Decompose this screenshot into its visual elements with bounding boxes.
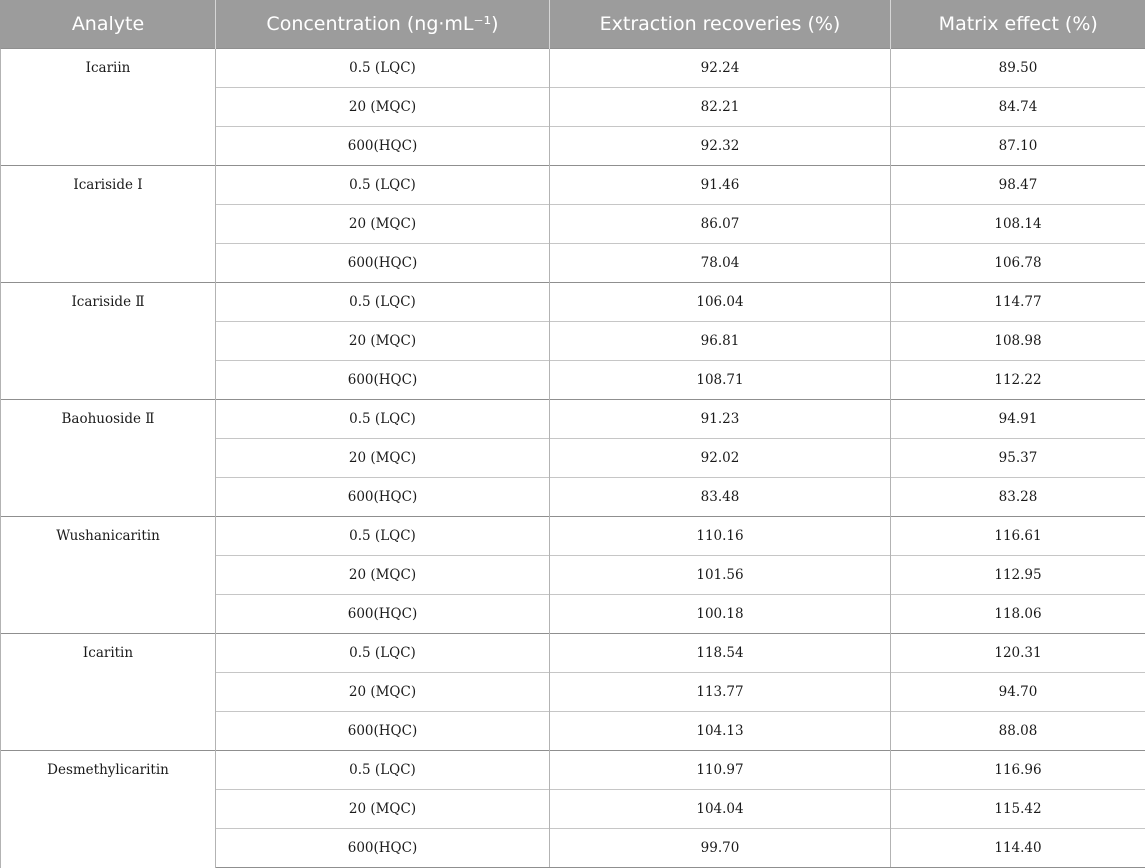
extraction-recovery-cell: 104.13 (550, 712, 891, 751)
matrix-effect-cell: 95.37 (891, 439, 1145, 478)
concentration-cell: 0.5 (LQC) (216, 166, 550, 205)
extraction-recovery-cell: 92.02 (550, 439, 891, 478)
matrix-effect-cell: 114.77 (891, 283, 1145, 322)
concentration-cell: 20 (MQC) (216, 790, 550, 829)
concentration-cell: 600(HQC) (216, 361, 550, 400)
analyte-cell: Icariside Ⅱ (1, 283, 216, 400)
extraction-recovery-cell: 108.71 (550, 361, 891, 400)
concentration-cell: 20 (MQC) (216, 205, 550, 244)
table-row: Icariside Ⅰ0.5 (LQC)91.4698.47 (1, 166, 1145, 205)
header-concentration: Concentration (ng·mL⁻¹) (216, 0, 550, 49)
concentration-cell: 0.5 (LQC) (216, 49, 550, 88)
extraction-recovery-cell: 101.56 (550, 556, 891, 595)
matrix-effect-cell: 89.50 (891, 49, 1145, 88)
matrix-effect-cell: 108.14 (891, 205, 1145, 244)
table-header: Analyte Concentration (ng·mL⁻¹) Extracti… (1, 0, 1145, 49)
table-row: Baohuoside Ⅱ0.5 (LQC)91.2394.91 (1, 400, 1145, 439)
analyte-cell: Icariside Ⅰ (1, 166, 216, 283)
matrix-effect-cell: 116.96 (891, 751, 1145, 790)
extraction-recovery-cell: 113.77 (550, 673, 891, 712)
table-row: Icariside Ⅱ0.5 (LQC)106.04114.77 (1, 283, 1145, 322)
extraction-recovery-cell: 78.04 (550, 244, 891, 283)
matrix-effect-cell: 83.28 (891, 478, 1145, 517)
extraction-recovery-cell: 104.04 (550, 790, 891, 829)
matrix-effect-cell: 106.78 (891, 244, 1145, 283)
analyte-cell: Icariin (1, 49, 216, 166)
matrix-effect-cell: 116.61 (891, 517, 1145, 556)
matrix-effect-cell: 108.98 (891, 322, 1145, 361)
extraction-recovery-cell: 92.32 (550, 127, 891, 166)
matrix-effect-cell: 118.06 (891, 595, 1145, 634)
matrix-effect-cell: 98.47 (891, 166, 1145, 205)
concentration-cell: 0.5 (LQC) (216, 634, 550, 673)
concentration-cell: 20 (MQC) (216, 88, 550, 127)
extraction-recovery-cell: 96.81 (550, 322, 891, 361)
concentration-cell: 20 (MQC) (216, 439, 550, 478)
concentration-cell: 20 (MQC) (216, 673, 550, 712)
analyte-cell: Baohuoside Ⅱ (1, 400, 216, 517)
concentration-cell: 600(HQC) (216, 595, 550, 634)
matrix-effect-cell: 115.42 (891, 790, 1145, 829)
header-analyte: Analyte (1, 0, 216, 49)
table-row: Wushanicaritin0.5 (LQC)110.16116.61 (1, 517, 1145, 556)
concentration-cell: 0.5 (LQC) (216, 400, 550, 439)
header-matrix-effect: Matrix effect (%) (891, 0, 1145, 49)
table-row: Icariin0.5 (LQC)92.2489.50 (1, 49, 1145, 88)
concentration-cell: 600(HQC) (216, 829, 550, 868)
extraction-recovery-cell: 82.21 (550, 88, 891, 127)
header-extraction-recoveries: Extraction recoveries (%) (550, 0, 891, 49)
header-row: Analyte Concentration (ng·mL⁻¹) Extracti… (1, 0, 1145, 49)
concentration-cell: 600(HQC) (216, 478, 550, 517)
extraction-recovery-cell: 110.97 (550, 751, 891, 790)
extraction-recovery-cell: 118.54 (550, 634, 891, 673)
extraction-recovery-cell: 83.48 (550, 478, 891, 517)
table-row: Icaritin0.5 (LQC)118.54120.31 (1, 634, 1145, 673)
analyte-cell: Desmethylicaritin (1, 751, 216, 868)
extraction-recovery-cell: 100.18 (550, 595, 891, 634)
matrix-effect-cell: 88.08 (891, 712, 1145, 751)
analyte-cell: Icaritin (1, 634, 216, 751)
matrix-effect-cell: 94.91 (891, 400, 1145, 439)
extraction-recovery-cell: 91.46 (550, 166, 891, 205)
matrix-effect-cell: 87.10 (891, 127, 1145, 166)
recovery-matrix-table: Analyte Concentration (ng·mL⁻¹) Extracti… (0, 0, 1145, 868)
concentration-cell: 20 (MQC) (216, 322, 550, 361)
concentration-cell: 0.5 (LQC) (216, 751, 550, 790)
analyte-cell: Wushanicaritin (1, 517, 216, 634)
matrix-effect-cell: 112.22 (891, 361, 1145, 400)
concentration-cell: 600(HQC) (216, 712, 550, 751)
concentration-cell: 600(HQC) (216, 244, 550, 283)
concentration-cell: 600(HQC) (216, 127, 550, 166)
extraction-recovery-cell: 99.70 (550, 829, 891, 868)
extraction-recovery-cell: 110.16 (550, 517, 891, 556)
extraction-recovery-cell: 86.07 (550, 205, 891, 244)
table-body: Icariin0.5 (LQC)92.2489.5020 (MQC)82.218… (1, 49, 1145, 868)
matrix-effect-cell: 84.74 (891, 88, 1145, 127)
matrix-effect-cell: 112.95 (891, 556, 1145, 595)
matrix-effect-cell: 120.31 (891, 634, 1145, 673)
concentration-cell: 0.5 (LQC) (216, 283, 550, 322)
matrix-effect-cell: 94.70 (891, 673, 1145, 712)
extraction-recovery-cell: 91.23 (550, 400, 891, 439)
extraction-recovery-cell: 106.04 (550, 283, 891, 322)
table-row: Desmethylicaritin0.5 (LQC)110.97116.96 (1, 751, 1145, 790)
matrix-effect-cell: 114.40 (891, 829, 1145, 868)
concentration-cell: 20 (MQC) (216, 556, 550, 595)
extraction-recovery-cell: 92.24 (550, 49, 891, 88)
concentration-cell: 0.5 (LQC) (216, 517, 550, 556)
